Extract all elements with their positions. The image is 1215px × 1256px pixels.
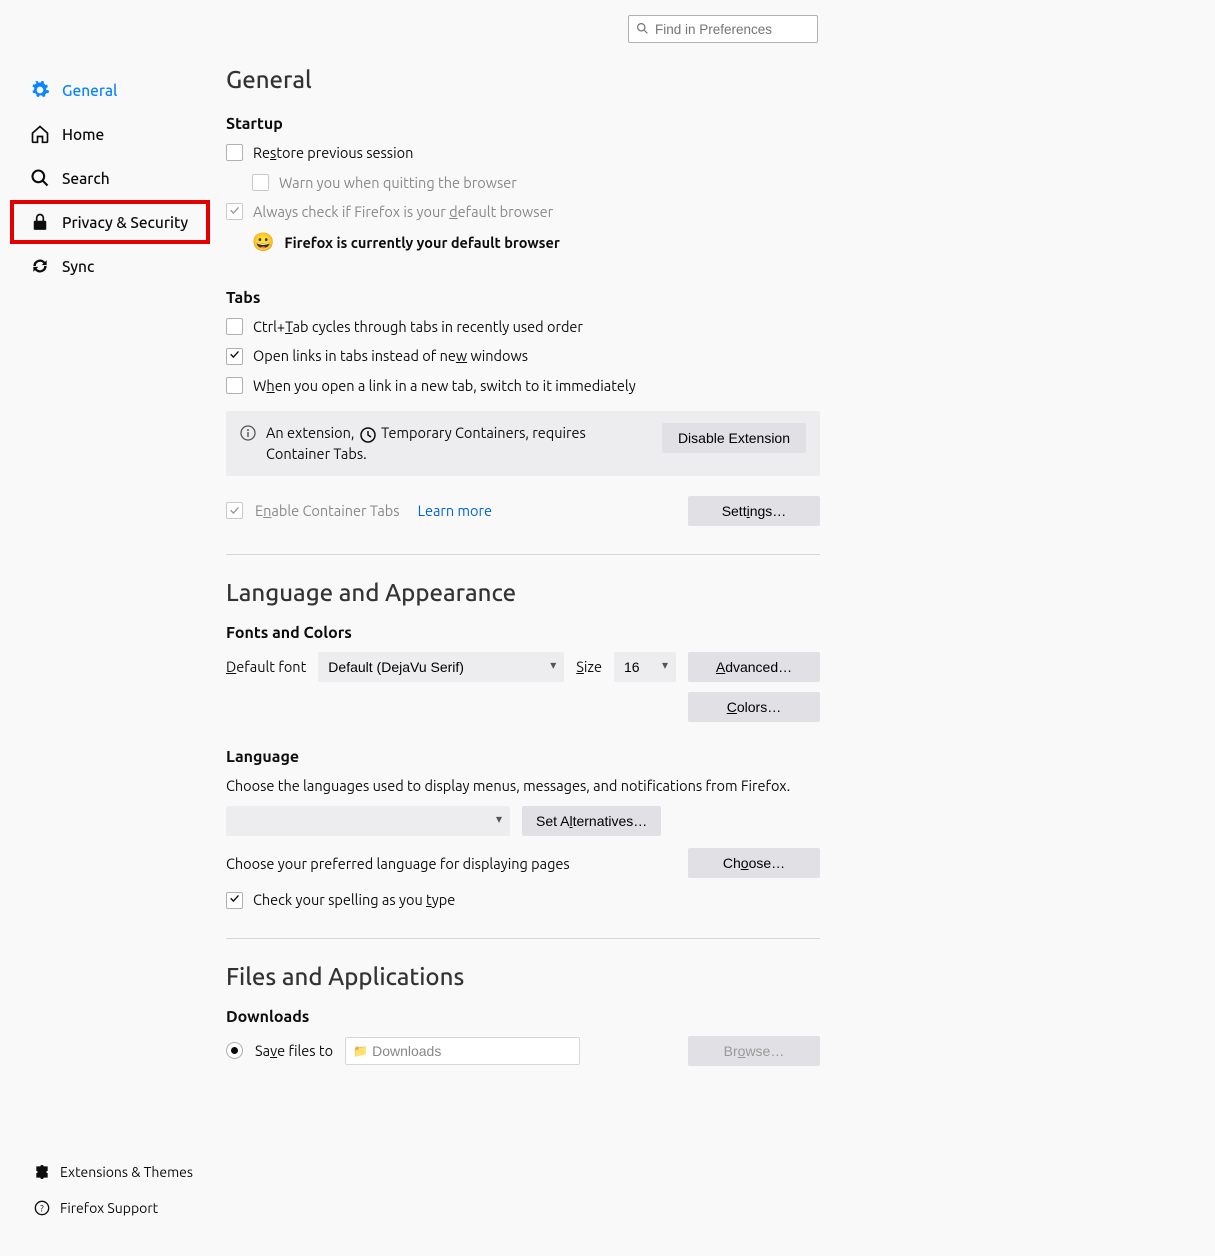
sidebar-item-general[interactable]: General [26,68,211,112]
tabs-heading: Tabs [226,289,820,307]
extension-icon [360,427,376,443]
colors-button[interactable]: Colors… [688,692,820,722]
container-settings-button[interactable]: Settings… [688,496,820,526]
ctrl-tab-checkbox[interactable] [226,318,243,335]
learn-more-link[interactable]: Learn more [418,502,492,519]
home-icon [30,124,50,144]
smile-icon: 😀 [252,232,274,253]
warn-quit-row: Warn you when quitting the browser [252,173,820,193]
ctrl-tab-row: Ctrl+Tab cycles through tabs in recently… [226,317,820,337]
save-files-row: Save files to 📁 Browse… [226,1036,820,1066]
language-select[interactable] [226,806,510,836]
sidebar-item-label: Firefox Support [60,1200,158,1216]
search-icon [636,22,649,35]
download-path-wrap: 📁 [345,1037,676,1065]
extension-notice: An extension, Temporary Containers, requ… [226,411,820,476]
switch-tab-row: When you open a link in a new tab, switc… [226,376,820,396]
svg-text:?: ? [40,1202,44,1213]
language-description: Choose the languages used to display men… [226,776,820,796]
language-heading: Language [226,748,820,766]
container-tabs-label: Enable Container Tabs [255,502,400,519]
set-alternatives-button[interactable]: Set Alternatives… [522,806,661,836]
sidebar-item-sync[interactable]: Sync [26,244,211,288]
search-icon [30,168,50,188]
spellcheck-checkbox[interactable] [226,892,243,909]
restore-session-checkbox[interactable] [226,144,243,161]
always-check-row: Always check if Firefox is your default … [226,202,820,222]
always-check-label: Always check if Firefox is your default … [253,202,553,222]
sidebar-item-label: Extensions & Themes [60,1164,193,1180]
restore-session-row: Restore previous session [226,143,820,163]
default-browser-status: 😀 Firefox is currently your default brow… [252,232,820,253]
page-title: General [226,66,820,93]
warn-quit-checkbox [252,174,269,191]
default-font-select[interactable]: Default (DejaVu Serif) [318,652,564,682]
default-font-label: Default font [226,658,306,675]
warn-quit-label: Warn you when quitting the browser [279,173,517,193]
size-label: Size [576,658,602,675]
save-files-radio[interactable] [226,1042,243,1059]
browse-button[interactable]: Browse… [688,1036,820,1066]
folder-icon: 📁 [353,1044,368,1058]
main-content: General Startup Restore previous session… [226,66,820,1078]
sync-icon [30,256,50,276]
startup-heading: Startup [226,115,820,133]
sidebar-item-label: Sync [62,258,94,275]
sidebar-item-search[interactable]: Search [26,156,211,200]
sidebar-item-label: Home [62,126,104,143]
colors-row: Colors… [226,692,820,722]
sidebar-item-privacy[interactable]: Privacy & Security [10,200,210,244]
sidebar-item-label: Search [62,170,110,187]
container-tabs-row: Enable Container Tabs Learn more Setting… [226,496,820,526]
sidebar: General Home Search Privacy & Security S… [26,68,211,288]
advanced-fonts-button[interactable]: Advanced… [688,652,820,682]
puzzle-icon [34,1164,50,1180]
info-icon [240,425,256,441]
page-language-row: Choose your preferred language for displ… [226,848,820,878]
download-path-input[interactable] [345,1037,580,1065]
search-container [628,15,818,43]
default-font-row: Default font Default (DejaVu Serif) Size… [226,652,820,682]
section-separator [226,938,820,939]
section-separator [226,554,820,555]
sidebar-item-label: General [62,82,117,99]
sidebar-item-label: Privacy & Security [62,214,188,231]
sidebar-item-support[interactable]: ? Firefox Support [30,1190,210,1226]
open-links-row: Open links in tabs instead of new window… [226,346,820,366]
sidebar-item-extensions[interactable]: Extensions & Themes [30,1154,210,1190]
font-size-select[interactable]: 16 [614,652,676,682]
spellcheck-label: Check your spelling as you type [253,890,455,910]
files-apps-heading: Files and Applications [226,963,820,990]
extension-notice-text: An extension, Temporary Containers, requ… [266,423,652,464]
lang-appearance-heading: Language and Appearance [226,579,820,606]
sidebar-item-home[interactable]: Home [26,112,211,156]
switch-tab-label: When you open a link in a new tab, switc… [253,376,636,396]
spellcheck-row: Check your spelling as you type [226,890,820,910]
gear-icon [30,80,50,100]
switch-tab-checkbox[interactable] [226,377,243,394]
open-links-label: Open links in tabs instead of new window… [253,346,528,366]
ctrl-tab-label: Ctrl+Tab cycles through tabs in recently… [253,317,583,337]
save-files-label: Save files to [255,1042,333,1059]
help-icon: ? [34,1200,50,1216]
fonts-colors-heading: Fonts and Colors [226,624,820,642]
open-links-checkbox[interactable] [226,348,243,365]
lock-icon [30,212,50,232]
sidebar-bottom: Extensions & Themes ? Firefox Support [30,1154,210,1226]
always-check-checkbox [226,203,243,220]
default-status-text: Firefox is currently your default browse… [284,234,559,251]
restore-session-label: Restore previous session [253,143,413,163]
page-language-desc: Choose your preferred language for displ… [226,855,570,872]
language-select-row: Set Alternatives… [226,806,820,836]
disable-extension-button[interactable]: Disable Extension [662,423,806,453]
search-input[interactable] [628,15,818,43]
container-tabs-checkbox [226,502,243,519]
choose-language-button[interactable]: Choose… [688,848,820,878]
downloads-heading: Downloads [226,1008,820,1026]
